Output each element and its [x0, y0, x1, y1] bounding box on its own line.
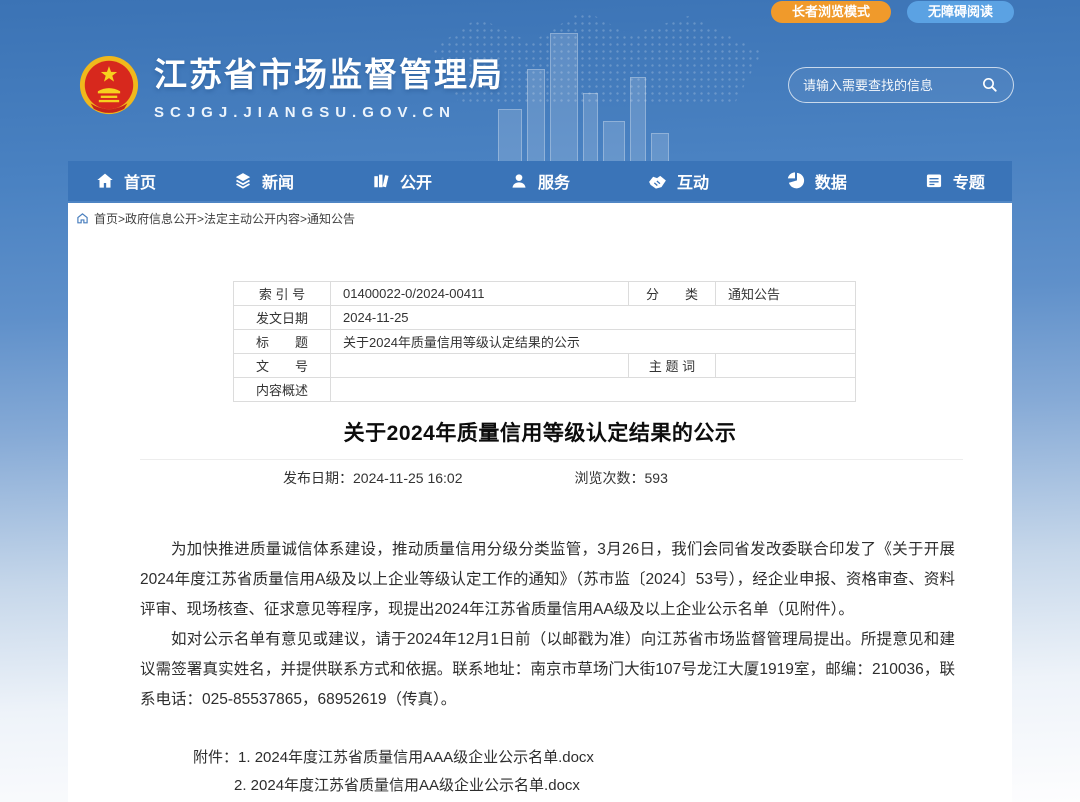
nav-item-news[interactable]: 新闻	[233, 169, 294, 193]
breadcrumb: 首页>政府信息公开>法定主动公开内容>通知公告	[68, 203, 1012, 227]
meta-keywords-value	[716, 354, 856, 378]
publish-date: 发布日期：2024-11-25 16:02	[283, 468, 463, 488]
search-box[interactable]	[788, 67, 1014, 103]
brand-text: 江苏省市场监督管理局 SCJGJ.JIANGSU.GOV.CN	[154, 48, 504, 121]
attachments-label: 附件：	[193, 749, 238, 766]
monitor-icon	[924, 171, 944, 191]
meta-category-label: 分 类	[629, 282, 716, 306]
table-row: 标 题 关于2024年质量信用等级认定结果的公示	[234, 330, 856, 354]
page: 长者浏览模式 无障碍阅读 江苏省市场监督管理局	[0, 0, 1080, 802]
table-row: 索 引 号 01400022-0/2024-00411 分 类 通知公告	[234, 282, 856, 306]
nav-item-home[interactable]: 首页	[95, 169, 156, 193]
nav-item-label: 专题	[953, 169, 985, 193]
attachment-line: 2. 2024年度江苏省质量信用AA级企业公示名单.docx	[193, 772, 1012, 800]
attachment-link-2[interactable]: 2. 2024年度江苏省质量信用AA级企业公示名单.docx	[234, 777, 580, 794]
table-row: 文 号 主 题 词	[234, 354, 856, 378]
nav-item-label: 服务	[538, 169, 570, 193]
user-icon	[509, 171, 529, 191]
publish-date-label: 发布日期：	[283, 470, 353, 486]
nav-item-label: 首页	[124, 169, 156, 193]
table-row: 发文日期 2024-11-25	[234, 306, 856, 330]
layers-icon	[233, 171, 253, 191]
site-url: SCJGJ.JIANGSU.GOV.CN	[154, 104, 504, 121]
home-outline-icon	[76, 212, 89, 225]
view-count-value: 593	[645, 470, 668, 486]
meta-index-label: 索 引 号	[234, 282, 331, 306]
document-meta-table: 索 引 号 01400022-0/2024-00411 分 类 通知公告 发文日…	[233, 281, 856, 402]
attachment-line: 附件：1. 2024年度江苏省质量信用AAA级企业公示名单.docx	[193, 744, 1012, 772]
meta-index-value: 01400022-0/2024-00411	[331, 282, 629, 306]
nav-item-label: 数据	[815, 169, 847, 193]
attachment-link-1[interactable]: 1. 2024年度江苏省质量信用AAA级企业公示名单.docx	[238, 749, 594, 766]
breadcrumb-path[interactable]: 首页>政府信息公开>法定主动公开内容>通知公告	[94, 210, 355, 227]
nav-item-label: 互动	[677, 169, 709, 193]
site-header: 江苏省市场监督管理局 SCJGJ.JIANGSU.GOV.CN	[0, 0, 1080, 161]
article-paragraph: 如对公示名单有意见或建议，请于2024年12月1日前（以邮戳为准）向江苏省市场监…	[140, 625, 955, 715]
meta-title-label: 标 题	[234, 330, 331, 354]
nav-item-public[interactable]: 公开	[371, 169, 432, 193]
nav-item-label: 新闻	[262, 169, 294, 193]
elder-mode-button[interactable]: 长者浏览模式	[771, 1, 891, 23]
meta-summary-label: 内容概述	[234, 378, 331, 402]
meta-docno-value	[331, 354, 629, 378]
site-brand[interactable]: 江苏省市场监督管理局 SCJGJ.JIANGSU.GOV.CN	[78, 48, 504, 121]
meta-keywords-label: 主 题 词	[629, 354, 716, 378]
meta-docno-label: 文 号	[234, 354, 331, 378]
meta-date-label: 发文日期	[234, 306, 331, 330]
meta-date-value: 2024-11-25	[331, 306, 856, 330]
search-icon	[981, 76, 999, 94]
nav-item-interact[interactable]: 互动	[647, 169, 709, 193]
accessibility-button[interactable]: 无障碍阅读	[907, 1, 1014, 23]
view-count: 浏览次数：593	[575, 468, 668, 488]
city-skyline-decoration	[498, 33, 669, 161]
handshake-icon	[647, 171, 668, 192]
publish-date-value: 2024-11-25 16:02	[353, 470, 463, 486]
article-body: 为加快推进质量诚信体系建设，推动质量信用分级分类监管，3月26日，我们会同省发改…	[68, 535, 1012, 715]
view-count-label: 浏览次数：	[575, 470, 645, 486]
books-icon	[371, 171, 391, 191]
home-icon	[95, 171, 115, 191]
search-button[interactable]	[981, 76, 999, 94]
attachments: 附件：1. 2024年度江苏省质量信用AAA级企业公示名单.docx 2. 20…	[68, 744, 1012, 800]
table-row: 内容概述	[234, 378, 856, 402]
nav-item-label: 公开	[400, 169, 432, 193]
pie-chart-icon	[786, 171, 806, 191]
meta-title-value: 关于2024年质量信用等级认定结果的公示	[331, 330, 856, 354]
title-divider	[140, 459, 963, 460]
article-paragraph: 为加快推进质量诚信体系建设，推动质量信用分级分类监管，3月26日，我们会同省发改…	[140, 535, 955, 625]
meta-category-value: 通知公告	[716, 282, 856, 306]
nav-item-service[interactable]: 服务	[509, 169, 570, 193]
article-title: 关于2024年质量信用等级认定结果的公示	[88, 417, 992, 447]
content-panel: 首页>政府信息公开>法定主动公开内容>通知公告 索 引 号 01400022-0…	[68, 203, 1012, 802]
article-meta: 发布日期：2024-11-25 16:02 浏览次数：593	[68, 468, 1012, 488]
search-input[interactable]	[803, 78, 981, 93]
quick-access-bar: 长者浏览模式 无障碍阅读	[771, 1, 1014, 23]
meta-summary-value	[331, 378, 856, 402]
nav-item-data[interactable]: 数据	[786, 169, 847, 193]
national-emblem-logo	[78, 54, 140, 116]
site-title: 江苏省市场监督管理局	[154, 48, 504, 96]
nav-item-special[interactable]: 专题	[924, 169, 985, 193]
main-nav: 首页 新闻 公开 服务	[68, 161, 1012, 201]
